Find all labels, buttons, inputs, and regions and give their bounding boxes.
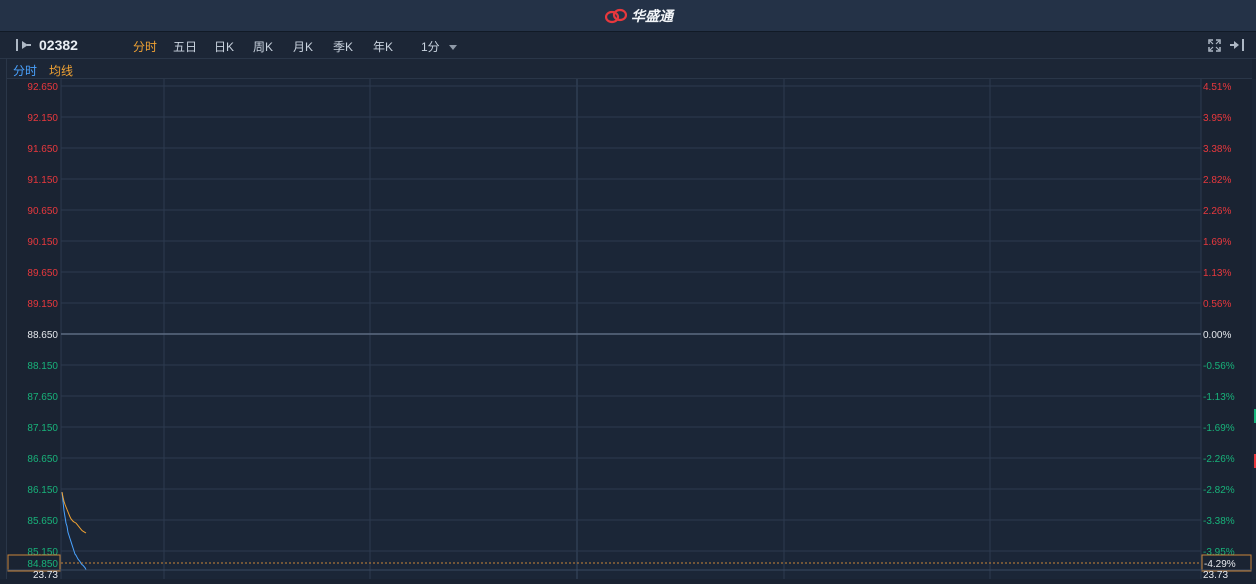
- stock-code: 02382: [39, 37, 78, 53]
- current-price-label: 84.850: [27, 559, 58, 570]
- percent-tick-label: 0.00%: [1203, 330, 1231, 341]
- percent-tick-label: 1.69%: [1203, 237, 1231, 248]
- collapse-left-icon[interactable]: [15, 39, 33, 51]
- brand-name: 华盛通: [631, 8, 673, 24]
- percent-tick-label: 0.56%: [1203, 299, 1231, 310]
- interval-select[interactable]: 1分: [421, 38, 458, 55]
- brand-icon: [605, 8, 627, 24]
- interval-value: 1分: [421, 40, 440, 54]
- volume-max-label-right: 23.73: [1203, 570, 1228, 579]
- tab-daily-k[interactable]: 日K: [214, 38, 234, 55]
- percent-tick-label: -0.56%: [1203, 361, 1235, 372]
- collapse-right-icon[interactable]: [1229, 39, 1245, 51]
- price-tick-label: 90.650: [27, 206, 58, 217]
- tab-timeshare[interactable]: 分时: [133, 38, 157, 55]
- legend-timeshare: 分时: [13, 64, 38, 78]
- percent-tick-label: -3.38%: [1203, 516, 1235, 527]
- price-tick-label: 89.150: [27, 299, 58, 310]
- volume-max-label: 23.73: [33, 570, 58, 579]
- price-tick-label: 85.650: [27, 516, 58, 527]
- price-tick-label: 92.150: [27, 113, 58, 124]
- price-tick-label: 87.150: [27, 423, 58, 434]
- fullscreen-icon[interactable]: [1208, 39, 1221, 52]
- price-tick-label: 87.650: [27, 392, 58, 403]
- percent-tick-label: -2.82%: [1203, 485, 1235, 496]
- price-tick-label: 90.150: [27, 237, 58, 248]
- legend-average: 均线: [49, 64, 74, 78]
- percent-tick-label: 2.26%: [1203, 206, 1231, 217]
- right-panel-edge: [1252, 79, 1256, 579]
- indicator-legend: 分时 均线: [7, 59, 1252, 79]
- left-panel-edge: [0, 32, 7, 579]
- percent-tick-label: 4.51%: [1203, 82, 1231, 93]
- percent-tick-label: -1.13%: [1203, 392, 1235, 403]
- chevron-down-icon: [449, 44, 458, 50]
- price-tick-label: 89.650: [27, 268, 58, 279]
- tab-monthly-k[interactable]: 月K: [293, 38, 313, 55]
- plot-area: [61, 79, 1201, 579]
- current-pct-label: -4.29%: [1204, 559, 1236, 570]
- chart-canvas: 92.650 4.51% 92.150 3.95% 91.650 3.38% 91.150 2…: [7, 79, 1252, 581]
- brand-logo: 华盛通: [605, 6, 673, 26]
- tab-weekly-k[interactable]: 周K: [253, 38, 273, 55]
- price-tick-label: 88.650: [27, 330, 58, 341]
- percent-tick-label: -1.69%: [1203, 423, 1235, 434]
- timeshare-chart[interactable]: 92.650 4.51% 92.150 3.95% 91.650 3.38% 91.150 2…: [7, 79, 1252, 581]
- tab-yearly-k[interactable]: 年K: [373, 38, 393, 55]
- price-tick-label: 91.650: [27, 144, 58, 155]
- percent-tick-label: 1.13%: [1203, 268, 1231, 279]
- percent-tick-label: 2.82%: [1203, 175, 1231, 186]
- percent-tick-label: 3.95%: [1203, 113, 1231, 124]
- title-bar: 华盛通: [0, 0, 1256, 32]
- percent-tick-label: 3.38%: [1203, 144, 1231, 155]
- percent-tick-label: -2.26%: [1203, 454, 1235, 465]
- price-tick-label: 86.150: [27, 485, 58, 496]
- price-tick-label: 92.650: [27, 82, 58, 93]
- chart-toolbar: 02382 分时 五日 日K 周K 月K 季K 年K 1分: [0, 32, 1256, 59]
- tab-quarterly-k[interactable]: 季K: [333, 38, 353, 55]
- price-tick-label: 86.650: [27, 454, 58, 465]
- tab-five-day[interactable]: 五日: [173, 38, 197, 55]
- price-tick-label: 88.150: [27, 361, 58, 372]
- price-tick-label: 91.150: [27, 175, 58, 186]
